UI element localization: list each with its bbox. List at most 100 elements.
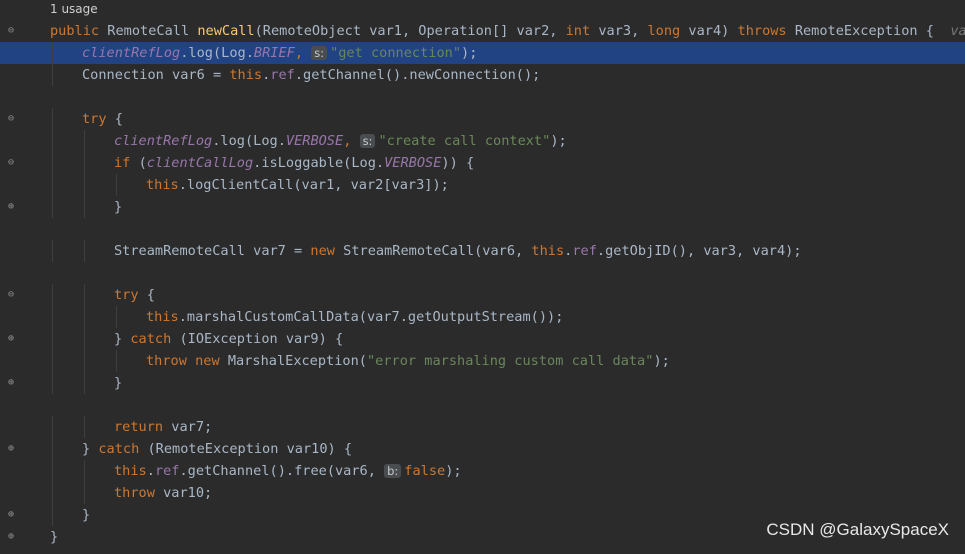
- parameter-hint: b:: [384, 464, 402, 478]
- indent-guide: [84, 284, 85, 306]
- code-token: RemoteException {: [794, 23, 951, 39]
- indent-guide: [52, 284, 53, 306]
- code-token: try: [82, 111, 115, 127]
- code-token: return: [114, 419, 172, 435]
- code-text[interactable]: return var7;: [114, 416, 212, 438]
- code-line[interactable]: [0, 394, 965, 416]
- code-line[interactable]: } catch (IOException var9) {: [0, 328, 965, 350]
- code-token: StreamRemoteCall var7 =: [114, 243, 311, 259]
- indent-guide: [52, 306, 53, 328]
- code-line[interactable]: throw new MarshalException("error marsha…: [0, 350, 965, 372]
- code-token: newCall: [197, 23, 255, 39]
- code-line[interactable]: return var7;: [0, 416, 965, 438]
- code-text[interactable]: Connection var6 = this.ref.getChannel().…: [82, 64, 540, 86]
- code-token: clientRefLog: [114, 133, 213, 149]
- code-line[interactable]: } catch (RemoteException var10) {: [0, 438, 965, 460]
- code-text[interactable]: throw new MarshalException("error marsha…: [146, 350, 670, 372]
- code-line[interactable]: this.marshalCustomCallData(var7.getOutpu…: [0, 306, 965, 328]
- code-text[interactable]: throw var10;: [114, 482, 212, 504]
- code-token: clientRefLog: [82, 45, 181, 61]
- code-line[interactable]: try {: [0, 108, 965, 130]
- code-text[interactable]: if (clientCallLog.isLoggable(Log.VERBOSE…: [114, 152, 474, 174]
- code-text[interactable]: }: [114, 196, 122, 218]
- code-text[interactable]: try {: [82, 108, 123, 130]
- code-token: .: [146, 463, 155, 479]
- indent-guide: [84, 328, 85, 350]
- usage-hint[interactable]: 1 usage: [50, 1, 98, 17]
- code-token: .isLoggable(Log.: [253, 155, 385, 171]
- code-text[interactable]: clientRefLog.log(Log.VERBOSE, s: "create …: [114, 130, 567, 152]
- code-token: .getChannel().newConnection();: [294, 67, 541, 83]
- indent-guide: [52, 504, 53, 526]
- code-token: StreamRemoteCall(var6,: [343, 243, 532, 259]
- indent-guide: [52, 196, 53, 218]
- code-line[interactable]: throw var10;: [0, 482, 965, 504]
- code-line[interactable]: try {: [0, 284, 965, 306]
- code-text[interactable]: }: [82, 504, 90, 526]
- code-line[interactable]: Connection var6 = this.ref.getChannel().…: [0, 64, 965, 86]
- code-line[interactable]: if (clientCallLog.isLoggable(Log.VERBOSE…: [0, 152, 965, 174]
- code-text[interactable]: this.ref.getChannel().free(var6, b: false…: [114, 460, 462, 482]
- code-text[interactable]: StreamRemoteCall var7 = new StreamRemote…: [114, 240, 802, 262]
- code-text[interactable]: }: [114, 372, 122, 394]
- code-text[interactable]: } catch (IOException var9) {: [114, 328, 343, 350]
- code-text[interactable]: clientRefLog.log(Log.BRIEF, s: "get conne…: [82, 42, 477, 64]
- indent-guide: [84, 306, 85, 328]
- code-token: Connection var6 =: [82, 67, 230, 83]
- parameter-hint: s:: [311, 46, 328, 60]
- code-line[interactable]: this.ref.getChannel().free(var6, b: false…: [0, 460, 965, 482]
- indent-guide: [84, 240, 85, 262]
- code-line[interactable]: clientRefLog.log(Log.VERBOSE, s: "create …: [0, 130, 965, 152]
- code-token: );: [550, 133, 567, 149]
- code-token: (RemoteObject var1, Operation[] var2,: [254, 23, 566, 39]
- code-token: ref: [154, 463, 180, 479]
- code-token: var3: [950, 23, 965, 39]
- indent-guide: [52, 42, 53, 64]
- code-line[interactable]: }: [0, 372, 965, 394]
- code-token: long: [647, 23, 689, 39]
- code-token: }: [114, 199, 123, 215]
- code-line[interactable]: StreamRemoteCall var7 = new StreamRemote…: [0, 240, 965, 262]
- indent-guide: [84, 350, 85, 372]
- indent-guide: [52, 64, 53, 86]
- indent-guide: [52, 240, 53, 262]
- indent-guide: [52, 328, 53, 350]
- code-token: (RemoteException var10) {: [147, 441, 353, 457]
- code-token: (: [138, 155, 147, 171]
- parameter-hint: s:: [359, 134, 376, 148]
- code-text[interactable]: try {: [114, 284, 155, 306]
- indent-guide: [84, 416, 85, 438]
- code-token: "get connection": [330, 45, 462, 61]
- code-text[interactable]: }: [50, 526, 58, 548]
- indent-guide: [52, 438, 53, 460]
- code-line[interactable]: [0, 86, 965, 108]
- code-line[interactable]: [0, 218, 965, 240]
- code-text[interactable]: public RemoteCall newCall(RemoteObject v…: [50, 20, 965, 42]
- indent-guide: [52, 130, 53, 152]
- code-editor[interactable]: public RemoteCall newCall(RemoteObject v…: [0, 20, 965, 548]
- code-text[interactable]: } catch (RemoteException var10) {: [82, 438, 352, 460]
- code-line[interactable]: clientRefLog.log(Log.BRIEF, s: "get conne…: [0, 42, 965, 64]
- code-token: throws: [737, 23, 795, 39]
- code-line[interactable]: this.logClientCall(var1, var2[var3]);: [0, 174, 965, 196]
- code-text[interactable]: this.logClientCall(var1, var2[var3]);: [146, 174, 449, 196]
- code-token: {: [146, 287, 155, 303]
- code-token: new: [310, 243, 344, 259]
- indent-guide: [52, 416, 53, 438]
- code-token: this: [146, 309, 179, 325]
- code-token: MarshalException(: [227, 353, 367, 369]
- code-token: false: [404, 463, 446, 479]
- indent-guide: [84, 152, 85, 174]
- watermark: CSDN @GalaxySpaceX: [766, 520, 949, 539]
- code-line[interactable]: [0, 262, 965, 284]
- code-token: RemoteCall: [107, 23, 198, 39]
- indent-guide: [116, 174, 117, 196]
- code-text[interactable]: this.marshalCustomCallData(var7.getOutpu…: [146, 306, 563, 328]
- code-token: .getObjID(), var3, var4);: [596, 243, 802, 259]
- code-line[interactable]: public RemoteCall newCall(RemoteObject v…: [0, 20, 965, 42]
- code-token: catch: [98, 441, 148, 457]
- code-line[interactable]: }: [0, 196, 965, 218]
- code-token: .marshalCustomCallData(var7.getOutputStr…: [178, 309, 564, 325]
- code-token: ,: [294, 45, 312, 61]
- code-token: {: [114, 111, 123, 127]
